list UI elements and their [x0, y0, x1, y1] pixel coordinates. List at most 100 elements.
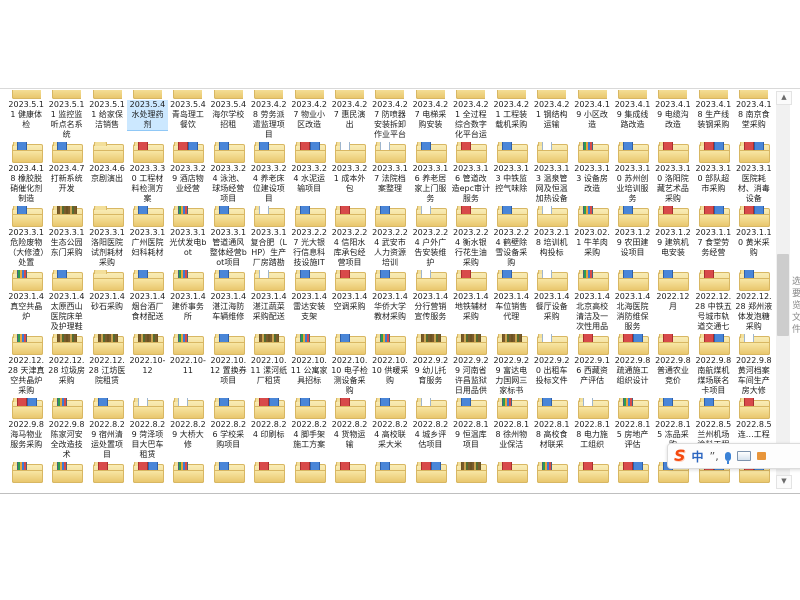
folder-item[interactable]: 2023.3.1洛阳医院试剂耗材采购	[87, 228, 127, 266]
folder-item[interactable]	[127, 206, 167, 228]
folder-item[interactable]	[653, 206, 693, 228]
folder-item[interactable]	[612, 142, 652, 164]
folder-item[interactable]: 2023.2.24 鹤壁除雪设备采购	[491, 228, 531, 266]
folder-item[interactable]	[693, 398, 733, 420]
folder-item[interactable]	[572, 270, 612, 292]
folder-item[interactable]	[289, 142, 329, 164]
folder-item[interactable]	[6, 206, 46, 228]
folder-item[interactable]	[168, 398, 208, 420]
folder-item[interactable]: 2022.10.11 漯河纸厂租赁	[249, 356, 289, 394]
folder-item[interactable]: 2023.1.4湛江海防车辆维修	[208, 292, 248, 330]
folder-item[interactable]: 2022.10.11 公寓家具招标	[289, 356, 329, 394]
folder-item[interactable]: 2022.9.16 西藏资产评估	[572, 356, 612, 394]
folder-item[interactable]: 2023.2.18 培训机构投标	[531, 228, 571, 266]
folder-item[interactable]: 2022.10.10 供暖采购	[370, 356, 410, 394]
folder-item[interactable]	[87, 270, 127, 292]
folder-item[interactable]	[491, 270, 531, 292]
soft-keyboard-icon[interactable]	[737, 451, 751, 461]
folder-item[interactable]	[329, 334, 369, 356]
folder-item[interactable]	[46, 334, 86, 356]
folder-item[interactable]: 2023.2.24 衡水银行花生油采购	[451, 228, 491, 266]
folder-item[interactable]	[46, 398, 86, 420]
folder-item[interactable]	[46, 462, 86, 484]
folder-item[interactable]	[168, 462, 208, 484]
folder-item[interactable]	[612, 334, 652, 356]
folder-item[interactable]: 2023.4.19 小区改造	[572, 100, 612, 138]
folder-item[interactable]	[572, 206, 612, 228]
folder-item[interactable]	[693, 142, 733, 164]
folder-item[interactable]	[370, 206, 410, 228]
folder-item[interactable]: 2023.2.24 信阳水库承包经营项目	[329, 228, 369, 266]
folder-item[interactable]	[289, 398, 329, 420]
folder-item[interactable]	[249, 142, 289, 164]
folder-item[interactable]: 2022.9.20 出租车投标文件	[531, 356, 571, 394]
folder-item[interactable]	[87, 398, 127, 420]
folder-item[interactable]: 2022.10.10 电子检测设备采购	[329, 356, 369, 394]
folder-item[interactable]: 2023.1.4空调采购	[329, 292, 369, 330]
clipped-folder-item[interactable]	[168, 90, 208, 100]
folder-item[interactable]: 2022.9.8陈家河安全改造技术	[46, 420, 86, 458]
chinese-mode-toggle[interactable]: 中	[692, 448, 704, 465]
folder-item[interactable]: 2022.9.8海马物业服务采购	[6, 420, 46, 458]
folder-item[interactable]	[370, 270, 410, 292]
folder-item[interactable]: 2023.4.27 电梯采购安装	[410, 100, 450, 138]
folder-item[interactable]: 2023.4.19 电缆沟改造	[653, 100, 693, 138]
folder-item[interactable]: 2023.1.29 建筑机电安装	[653, 228, 693, 266]
clipped-folder-item[interactable]	[734, 90, 774, 100]
folder-item[interactable]: 2022.12.28 郑州液体发泡糖采购	[734, 292, 774, 330]
folder-item[interactable]: 2022.10-12	[127, 356, 167, 394]
folder-item[interactable]: 2022.8.26 学校采购项目	[208, 420, 248, 458]
folder-item[interactable]	[410, 270, 450, 292]
folder-item[interactable]: 2023.4.21 钢结构运输	[531, 100, 571, 138]
folder-item[interactable]: 2023.2.27 光大银行信息科技设施IT运维	[289, 228, 329, 266]
folder-item[interactable]: 2023.3.1复合肥（LHP）生产厂房踏勘	[249, 228, 289, 266]
folder-item[interactable]: 2022.10.12 置换券项目	[208, 356, 248, 394]
folder-item[interactable]	[491, 206, 531, 228]
folder-item[interactable]: 2023.1.4分行营销宣传服务	[410, 292, 450, 330]
folder-item[interactable]	[370, 334, 410, 356]
folder-item[interactable]: 2023.5.11 监控监听点名系统	[46, 100, 86, 138]
folder-item[interactable]: 2022.12.28 垃圾房采购	[46, 356, 86, 394]
clipped-folder-item[interactable]	[451, 90, 491, 100]
folder-item[interactable]	[168, 206, 208, 228]
folder-item[interactable]: 2023.1.4雷达安装支架	[289, 292, 329, 330]
folder-item[interactable]: 2023.3.16 养老居家上门服务	[410, 164, 450, 202]
folder-item[interactable]	[6, 398, 46, 420]
folder-item[interactable]: 2022.9.29 幼儿托育服务	[410, 356, 450, 394]
folder-item[interactable]: 2022.8.29 菏泽项目大巴车租赁	[127, 420, 167, 458]
clipped-folder-item[interactable]	[572, 90, 612, 100]
folder-item[interactable]	[6, 142, 46, 164]
folder-item[interactable]: 2023.3.13 温泉管网及恒温加热设备采购及…	[531, 164, 571, 202]
sogou-ime-toolbar[interactable]: S 中 ”,	[667, 443, 800, 469]
folder-item[interactable]: 2023.1.4餐厅设备采购	[531, 292, 571, 330]
folder-item[interactable]	[531, 270, 571, 292]
folder-item[interactable]	[531, 206, 571, 228]
folder-item[interactable]: 2023.4.18 橡胶脱硝催化剂制造	[6, 164, 46, 202]
folder-item[interactable]	[289, 270, 329, 292]
folder-item[interactable]	[329, 142, 369, 164]
folder-item[interactable]: 2023.2.24 户外广告安装维护	[410, 228, 450, 266]
folder-item[interactable]	[168, 334, 208, 356]
folder-item[interactable]: 2023.02.1 牛羊肉采购	[572, 228, 612, 266]
folder-item[interactable]	[531, 462, 571, 484]
clipped-folder-item[interactable]	[87, 90, 127, 100]
voice-input-icon[interactable]	[725, 452, 731, 461]
scrollbar-thumb[interactable]	[777, 254, 789, 336]
clipped-folder-item[interactable]	[289, 90, 329, 100]
folder-item[interactable]	[531, 142, 571, 164]
folder-item[interactable]	[612, 270, 652, 292]
folder-item[interactable]: 2022.10-11	[168, 356, 208, 394]
folder-item[interactable]	[87, 462, 127, 484]
folder-item[interactable]	[612, 398, 652, 420]
folder-item[interactable]: 2022.9.8黄河档案车间生产房大修	[734, 356, 774, 394]
folder-item[interactable]: 2023.1.10 黄米采购	[734, 228, 774, 266]
folder-item[interactable]: 2022.8.24 货物运输	[329, 420, 369, 458]
clipped-folder-item[interactable]	[6, 90, 46, 100]
folder-item[interactable]	[491, 462, 531, 484]
folder-item[interactable]: 2023.1.4真空共晶炉	[6, 292, 46, 330]
folder-item[interactable]	[329, 206, 369, 228]
vertical-scrollbar[interactable]: ▲ ▼	[776, 91, 790, 489]
folder-item[interactable]: 2023.5.4青岛理工餐饮	[168, 100, 208, 138]
folder-item[interactable]	[127, 142, 167, 164]
folder-item[interactable]: 2022.8.18 徐州物业保洁	[491, 420, 531, 458]
